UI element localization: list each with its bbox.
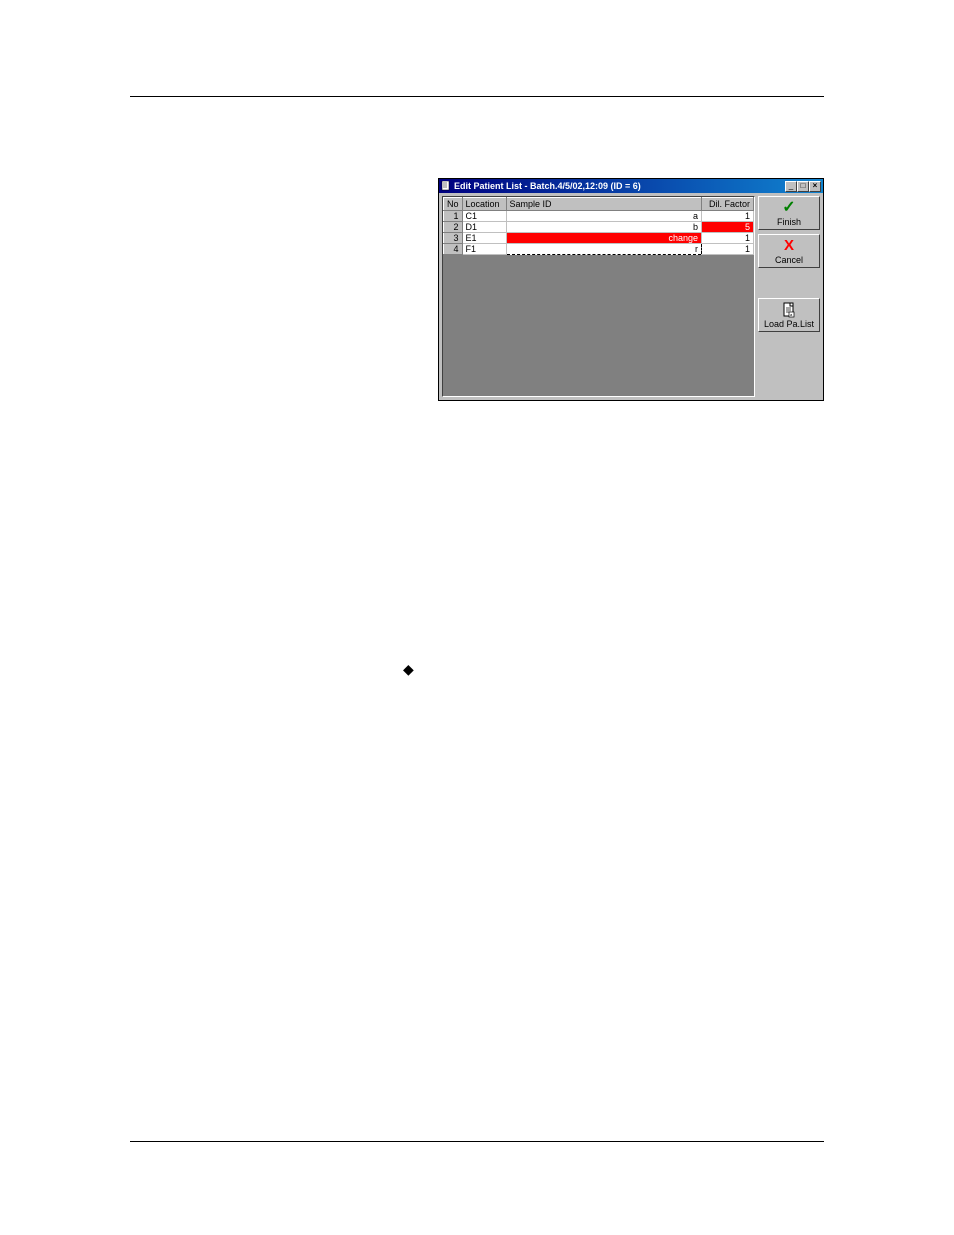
cancel-button[interactable]: X Cancel: [758, 234, 820, 268]
cell-dil-factor[interactable]: 1: [702, 244, 754, 255]
table-row[interactable]: 2D1b5: [444, 222, 754, 233]
cell-location[interactable]: E1: [462, 233, 506, 244]
col-header-no[interactable]: No: [444, 198, 463, 211]
cell-dil-factor[interactable]: 1: [702, 211, 754, 222]
patient-table: No Location Sample ID Dil. Factor 1C1a12…: [443, 197, 754, 255]
cell-no[interactable]: 4: [444, 244, 463, 255]
divider-bottom: [130, 1141, 824, 1142]
load-patient-list-button[interactable]: a Load Pa.List: [758, 298, 820, 332]
cell-no[interactable]: 2: [444, 222, 463, 233]
app-icon: [441, 181, 451, 191]
maximize-button[interactable]: □: [797, 181, 809, 192]
finish-label: Finish: [777, 217, 801, 227]
finish-button[interactable]: ✓ Finish: [758, 196, 820, 230]
cell-no[interactable]: 3: [444, 233, 463, 244]
cell-location[interactable]: F1: [462, 244, 506, 255]
edit-patient-list-window: Edit Patient List - Batch.4/5/02,12:09 (…: [438, 178, 824, 401]
table-row[interactable]: 4F1r1: [444, 244, 754, 255]
patient-grid[interactable]: No Location Sample ID Dil. Factor 1C1a12…: [442, 196, 755, 397]
check-icon: ✓: [782, 200, 795, 216]
x-icon: X: [784, 238, 794, 254]
cell-sample-id[interactable]: r: [506, 244, 701, 255]
close-button[interactable]: ×: [809, 181, 821, 192]
cell-sample-id[interactable]: b: [506, 222, 701, 233]
cell-location[interactable]: D1: [462, 222, 506, 233]
divider-top: [130, 96, 824, 97]
table-row[interactable]: 3E1change1: [444, 233, 754, 244]
document-icon: a: [782, 302, 796, 318]
cell-dil-factor[interactable]: 1: [702, 233, 754, 244]
table-row[interactable]: 1C1a1: [444, 211, 754, 222]
cell-sample-id[interactable]: change: [506, 233, 701, 244]
cell-no[interactable]: 1: [444, 211, 463, 222]
titlebar[interactable]: Edit Patient List - Batch.4/5/02,12:09 (…: [439, 179, 823, 193]
load-label: Load Pa.List: [764, 319, 814, 329]
col-header-dil-factor[interactable]: Dil. Factor: [702, 198, 754, 211]
cell-dil-factor[interactable]: 5: [702, 222, 754, 233]
window-title: Edit Patient List - Batch.4/5/02,12:09 (…: [454, 181, 641, 191]
cancel-label: Cancel: [775, 255, 803, 265]
cell-sample-id[interactable]: a: [506, 211, 701, 222]
button-panel: ✓ Finish X Cancel a: [758, 196, 820, 397]
diamond-bullet: ◆: [403, 661, 414, 678]
titlebar-controls: _ □ ×: [785, 181, 821, 192]
cell-location[interactable]: C1: [462, 211, 506, 222]
col-header-sample-id[interactable]: Sample ID: [506, 198, 701, 211]
col-header-location[interactable]: Location: [462, 198, 506, 211]
minimize-button[interactable]: _: [785, 181, 797, 192]
